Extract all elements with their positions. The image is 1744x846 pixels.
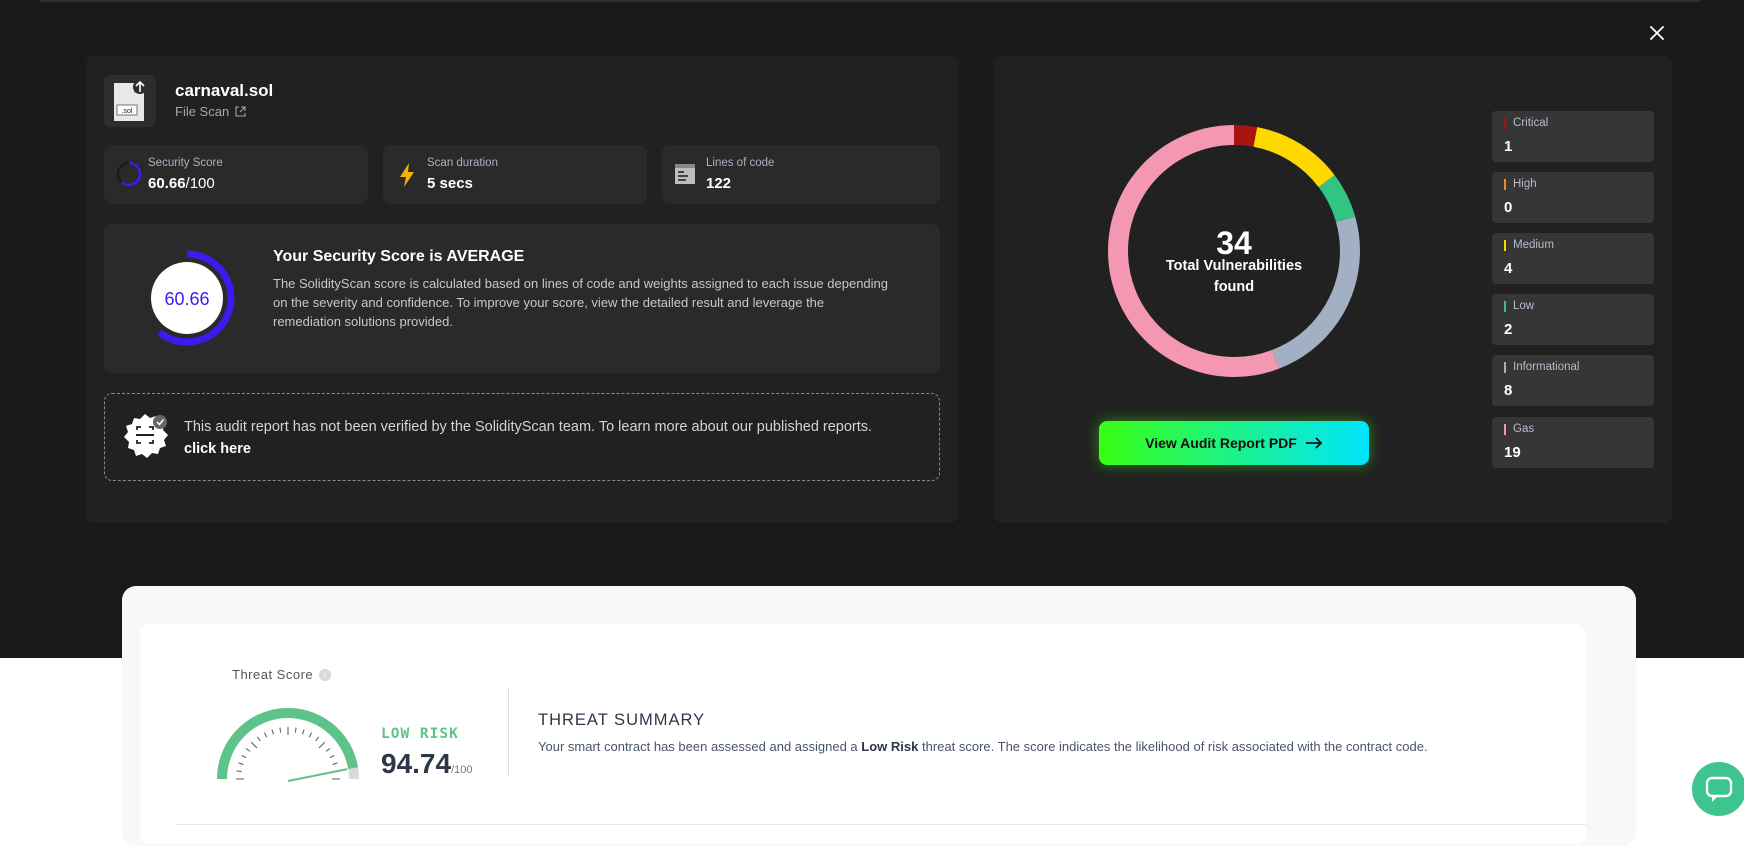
vulnerability-donut-chart: 34 Total Vulnerabilities found: [1108, 125, 1360, 377]
top-divider: [40, 0, 1700, 2]
total-vulnerabilities-count: 34: [1216, 225, 1252, 261]
security-score-card: Security Score 60.66/100: [104, 145, 368, 204]
file-ext-label: .sol: [122, 108, 133, 115]
threat-summary-title: THREAT SUMMARY: [538, 711, 706, 729]
severity-count: 8: [1504, 382, 1513, 399]
threat-summary-text: Your smart contract has been assessed an…: [538, 739, 1428, 754]
severity-card-critical: Critical 1: [1492, 111, 1654, 162]
view-audit-report-pdf-label: View Audit Report PDF: [1145, 435, 1297, 451]
scan-duration-card: Scan duration 5 secs: [383, 145, 647, 204]
info-icon[interactable]: i: [319, 668, 332, 681]
severity-label: Low: [1513, 300, 1535, 312]
severity-card-high: High 0: [1492, 172, 1654, 223]
severity-count: 1: [1504, 138, 1513, 155]
lines-of-code-card: Lines of code 122: [662, 145, 940, 204]
total-vulnerabilities-label: Total Vulnerabilities: [1166, 258, 1302, 274]
chat-bubble-icon: [1705, 776, 1733, 802]
severity-count: 0: [1504, 199, 1513, 216]
total-vulnerabilities-label-found: found: [1214, 279, 1254, 295]
severity-label: Critical: [1513, 117, 1549, 129]
external-link-icon: [235, 106, 246, 117]
lines-of-code-label: Lines of code: [706, 157, 775, 169]
security-score-title: Your Security Score is AVERAGE: [273, 248, 525, 265]
severity-color-bar: [1504, 424, 1506, 435]
severity-color-bar: [1504, 301, 1506, 312]
audit-notice-text: This audit report has not been verified …: [184, 416, 934, 460]
severity-label: High: [1513, 178, 1537, 190]
unverified-badge-icon: [124, 414, 168, 458]
chat-button[interactable]: [1692, 762, 1744, 816]
severity-label: Gas: [1513, 423, 1535, 435]
threat-gauge: [217, 707, 359, 782]
severity-color-bar: [1504, 118, 1506, 129]
severity-color-bar: [1504, 240, 1506, 251]
bottom-divider: [176, 824, 1586, 825]
threat-score-value: 94.74/100: [381, 748, 473, 779]
threat-score-title: Threat Score i: [232, 667, 332, 682]
severity-count: 19: [1504, 444, 1521, 461]
security-score-gauge-value: 60.66: [164, 289, 209, 309]
score-ring-icon: [116, 161, 142, 187]
code-window-icon: [675, 164, 695, 184]
severity-card-low: Low 2: [1492, 294, 1654, 345]
file-scan-label: File Scan: [175, 104, 230, 119]
severity-count: 4: [1504, 260, 1513, 277]
lines-of-code-value: 122: [706, 175, 732, 192]
file-thumbnail: .sol: [104, 75, 156, 127]
severity-color-bar: [1504, 362, 1506, 373]
audit-notice-message: This audit report has not been verified …: [184, 419, 873, 435]
scan-duration-label: Scan duration: [427, 157, 498, 169]
file-name: carnaval.sol: [175, 81, 274, 100]
click-here-link[interactable]: click here: [184, 441, 251, 457]
lightning-icon: [400, 163, 414, 187]
file-scan-link[interactable]: File Scan: [175, 104, 246, 119]
threat-divider: [508, 688, 509, 776]
severity-card-gas: Gas 19: [1492, 417, 1654, 468]
severity-card-medium: Medium 4: [1492, 233, 1654, 284]
severity-card-informational: Informational 8: [1492, 355, 1654, 406]
severity-count: 2: [1504, 321, 1513, 338]
severity-label: Informational: [1513, 361, 1580, 373]
security-score-value: 60.66/100: [148, 175, 215, 192]
security-score-label: Security Score: [148, 157, 223, 169]
scan-duration-value: 5 secs: [427, 175, 473, 192]
severity-color-bar: [1504, 179, 1506, 190]
severity-label: Medium: [1513, 239, 1554, 251]
view-audit-report-pdf-button[interactable]: View Audit Report PDF: [1099, 421, 1369, 465]
close-button[interactable]: [1646, 22, 1668, 44]
sol-file-icon: .sol: [114, 80, 147, 121]
security-score-description: The SolidityScan score is calculated bas…: [273, 276, 889, 329]
security-score-gauge: 60.66: [142, 250, 235, 346]
arrow-right-icon: [1305, 437, 1323, 449]
risk-level-label: LOW RISK: [381, 726, 459, 742]
close-icon: [1650, 26, 1664, 40]
threat-score-label: Threat Score: [232, 667, 314, 682]
